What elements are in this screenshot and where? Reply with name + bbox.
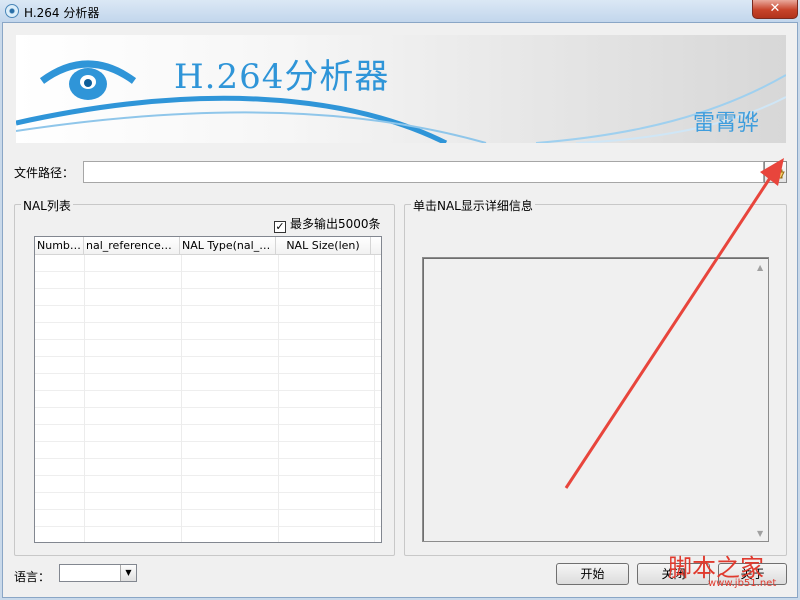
start-button[interactable]: 开始 xyxy=(556,563,629,585)
title-bar[interactable]: H.264 分析器 ✕ xyxy=(0,0,800,22)
file-path-input[interactable] xyxy=(83,161,764,183)
banner-title: H.264分析器 xyxy=(174,57,390,97)
column-header-nal-size[interactable]: NAL Size(len) xyxy=(276,237,371,254)
watermark-url: www.jb51.net xyxy=(708,578,777,589)
nal-list-table[interactable]: Number nal_reference_idc NAL Type(nal_u.… xyxy=(34,236,382,543)
scroll-up-arrow-icon[interactable]: ▲ xyxy=(757,263,784,272)
max-output-checkbox[interactable]: ✓ xyxy=(274,221,286,233)
column-divider xyxy=(278,255,279,542)
nal-detail-textbox[interactable] xyxy=(422,257,769,542)
window-close-button[interactable]: ✕ xyxy=(752,0,798,19)
column-divider xyxy=(181,255,182,542)
file-path-label: 文件路径： xyxy=(14,166,75,180)
nal-list-group: NAL列表 ✓ 最多输出5000条 Number nal_reference_id… xyxy=(14,197,395,556)
nal-detail-group: 单击NAL显示详细信息 ▲ ▼ xyxy=(404,197,787,556)
folder-open-icon xyxy=(768,167,785,179)
browse-file-button[interactable] xyxy=(764,161,787,183)
window-title: H.264 分析器 xyxy=(24,6,100,20)
nal-list-group-title: NAL列表 xyxy=(21,197,73,214)
chevron-down-icon[interactable]: ▼ xyxy=(120,565,136,581)
column-divider xyxy=(374,255,375,542)
main-window: H.264分析器 雷霄骅 文件路径： NAL列表 ✓ 最多输出5000条 Numb… xyxy=(2,22,798,598)
column-header-number[interactable]: Number xyxy=(35,237,84,254)
nal-list-rows[interactable] xyxy=(35,255,381,542)
column-header-nal-ref-idc[interactable]: nal_reference_idc xyxy=(84,237,180,254)
column-divider xyxy=(84,255,85,542)
banner: H.264分析器 雷霄骅 xyxy=(16,35,786,143)
banner-author: 雷霄骅 xyxy=(693,111,760,136)
column-header-nal-type[interactable]: NAL Type(nal_u... xyxy=(180,237,276,254)
nal-list-header: Number nal_reference_idc NAL Type(nal_u.… xyxy=(35,237,381,255)
max-output-checkbox-label: 最多输出5000条 xyxy=(290,217,381,231)
app-eye-icon xyxy=(5,4,19,18)
eye-logo-icon xyxy=(39,60,137,100)
max-output-checkbox-row[interactable]: ✓ 最多输出5000条 xyxy=(274,215,381,233)
language-label: 语言： xyxy=(14,570,51,584)
language-select[interactable]: ▼ xyxy=(59,564,137,582)
nal-detail-group-title: 单击NAL显示详细信息 xyxy=(411,197,535,214)
